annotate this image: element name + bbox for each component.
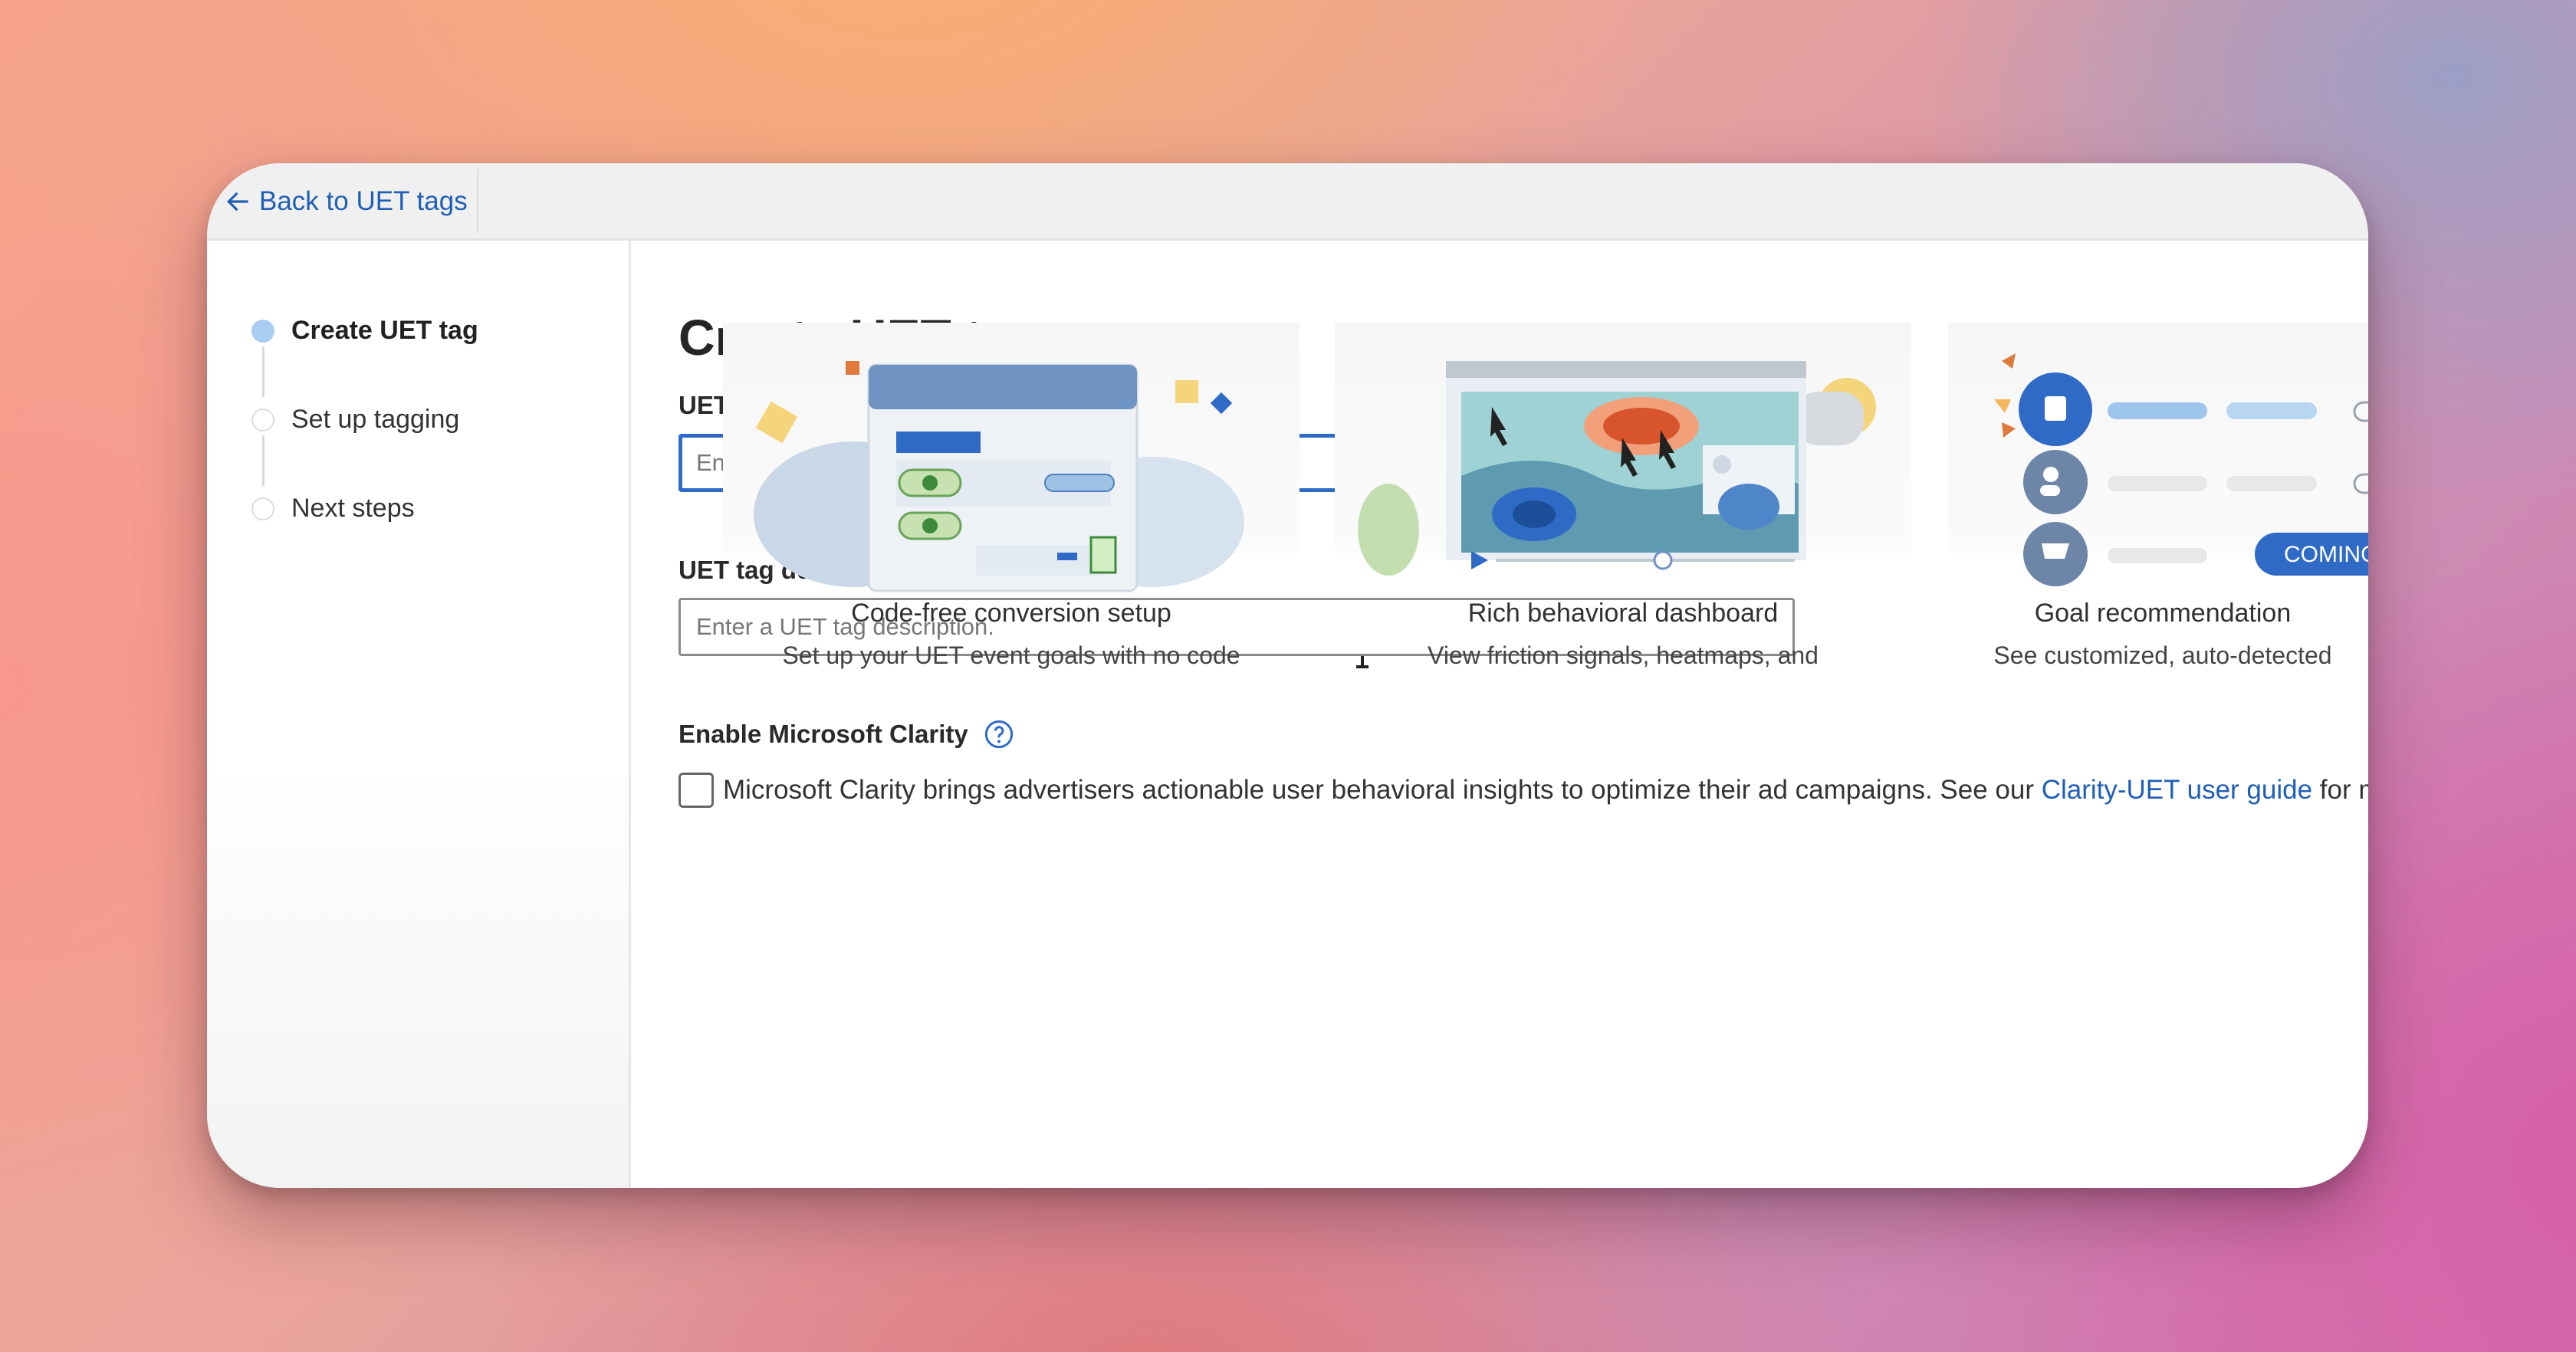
clarity-text-after: for more i [2319,775,2368,805]
arrow-left-icon [227,192,248,212]
step-label: Next steps [291,494,415,523]
step-indicator [251,497,274,520]
clarity-checkbox-row: Microsoft Clarity brings advertisers act… [678,773,2368,808]
topbar-divider [477,169,478,232]
top-bar: Back to UET tags [207,163,2368,241]
card-subtitle: View friction signals, heatmaps, and [1428,642,1819,669]
step-sidebar: Create UET tag Set up tagging Next steps [207,241,631,1188]
step-label: Create UET tag [291,316,478,345]
clarity-description: Microsoft Clarity brings advertisers act… [723,775,2368,806]
clarity-text-before: Microsoft Clarity brings advertisers act… [723,775,2042,805]
card-title: Goal recommendation [2034,599,2292,628]
step-indicator [251,408,274,432]
card-title: Rich behavioral dashboard [1467,599,1779,628]
step-label: Set up tagging [291,405,460,434]
card-subtitle: See customized, auto-detected [1993,642,2332,669]
step-connector [262,435,264,486]
card-title: Code-free conversion setup [851,599,1171,628]
code-free-setup-illustration [754,361,1244,592]
feature-card-code-free: Code-free conversion setup Set up your U… [723,323,1300,669]
step-indicator-active [251,319,274,343]
step-set-up-tagging[interactable]: Set up tagging [251,405,459,435]
card-subtitle: Set up your UET event goals with no code [782,642,1240,669]
clarity-uet-user-guide-link[interactable]: Clarity-UET user guide [2042,775,2312,805]
enable-clarity-label: Enable Microsoft Clarity [678,719,1014,750]
step-create-uet-tag[interactable]: Create UET tag [251,316,478,346]
behavioral-dashboard-illustration [1358,361,1876,576]
enable-clarity-checkbox[interactable] [678,773,714,808]
help-icon[interactable] [984,719,1014,750]
feature-card-goal-recommendation: COMING Goal recommendation See customize… [1948,323,2368,669]
step-next-steps[interactable]: Next steps [251,494,415,523]
back-link-label: Back to UET tags [259,186,468,216]
enable-clarity-label-text: Enable Microsoft Clarity [678,720,968,748]
main-content: Create UET tag UET tag name UET tag desc… [631,241,2368,1188]
step-connector [262,346,264,397]
app-window: Back to UET tags Create UET tag Set up t… [207,163,2368,1188]
feature-card-behavioral-dashboard: Rich behavioral dashboard View friction … [1335,323,1911,669]
coming-soon-badge: COMING [2284,542,2368,567]
back-to-uet-tags-link[interactable]: Back to UET tags [224,180,468,223]
